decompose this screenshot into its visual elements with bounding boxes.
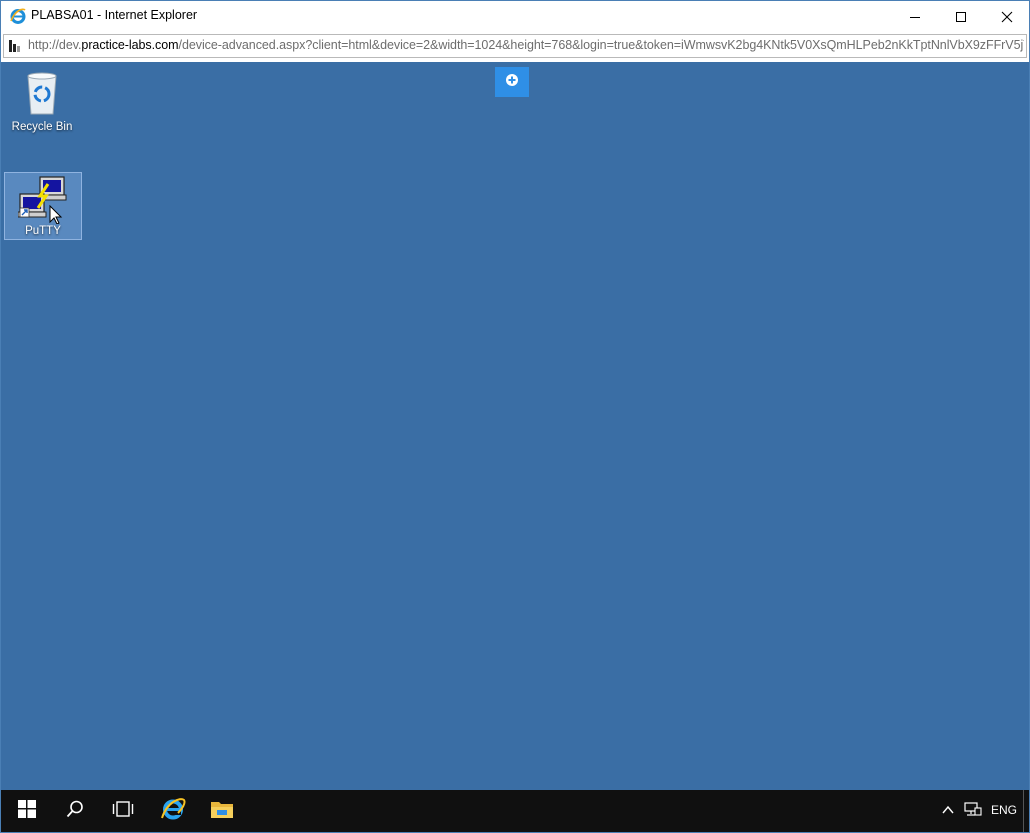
putty-label: PuTTY [25, 225, 61, 237]
close-button[interactable] [984, 1, 1029, 32]
task-view-button[interactable] [99, 790, 147, 832]
url-path: /device-advanced.aspx?client=html&device… [178, 38, 1024, 52]
desktop-icon-recycle-bin[interactable]: Recycle Bin [4, 68, 80, 136]
session-menu-button[interactable] [495, 67, 529, 97]
chevron-up-icon [941, 802, 955, 820]
language-indicator[interactable]: ENG [991, 803, 1017, 817]
url-text[interactable]: http://dev.practice-labs.com/device-adva… [28, 38, 1024, 52]
minimize-button[interactable] [892, 1, 938, 32]
windows-logo-icon [18, 799, 36, 823]
plus-circle-icon [505, 73, 519, 92]
task-view-icon [112, 800, 134, 823]
taskbar-file-explorer[interactable] [198, 790, 246, 832]
recycle-bin-icon [22, 70, 62, 121]
folder-icon [210, 799, 234, 824]
maximize-button[interactable] [938, 1, 984, 32]
network-icon [964, 801, 982, 822]
putty-icon [17, 174, 68, 229]
taskbar-internet-explorer[interactable] [149, 790, 197, 832]
recycle-bin-label: Recycle Bin [11, 121, 73, 133]
title-bar[interactable]: PLABSA01 - Internet Explorer [1, 1, 1029, 32]
show-desktop-button[interactable] [1023, 790, 1029, 832]
url-scheme: http://dev. [28, 38, 82, 52]
ie-icon [160, 796, 186, 827]
minimize-icon [909, 11, 921, 23]
url-host: practice-labs.com [81, 38, 179, 52]
address-bar[interactable]: http://dev.practice-labs.com/device-adva… [3, 34, 1027, 58]
search-button[interactable] [51, 790, 99, 832]
window-title: PLABSA01 - Internet Explorer [31, 8, 198, 22]
tray-network-button[interactable] [964, 790, 982, 832]
tray-chevron-button[interactable] [941, 790, 955, 832]
ie-window: PLABSA01 - Internet Explorer http://dev.… [0, 0, 1030, 833]
remote-desktop[interactable]: Recycle Bin PuTTY [1, 62, 1029, 790]
close-icon [1001, 11, 1013, 23]
maximize-icon [955, 11, 967, 23]
ie-icon [9, 7, 27, 25]
taskbar: ENG [1, 790, 1029, 832]
site-favicon-icon [8, 38, 22, 54]
search-icon [66, 800, 84, 823]
start-button[interactable] [3, 790, 51, 832]
desktop-icon-putty[interactable]: PuTTY [4, 172, 82, 240]
